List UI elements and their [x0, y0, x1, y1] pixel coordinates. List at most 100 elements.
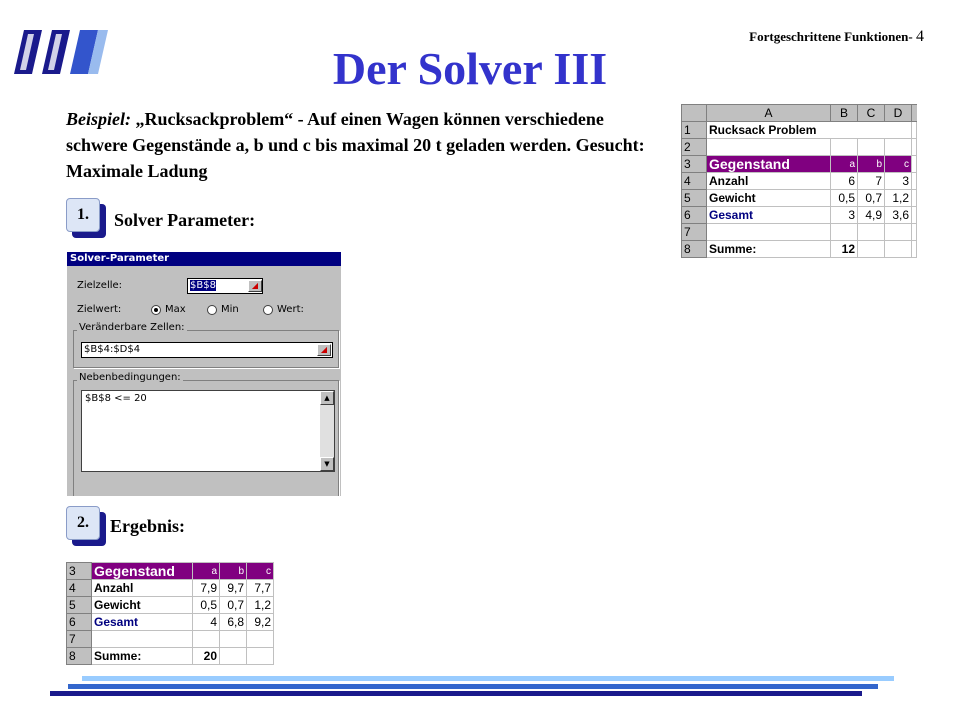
- intro-text: Beispiel: „Rucksackproblem“ - Auf einen …: [66, 106, 656, 184]
- cell: [246, 630, 274, 648]
- cell: 20: [192, 647, 220, 665]
- cell: 9,2: [246, 613, 274, 631]
- row-number: 3: [681, 155, 707, 173]
- table-row: 4 Anzahl 6 7 3: [681, 172, 917, 190]
- cell: [911, 155, 917, 173]
- cell: [911, 189, 917, 207]
- row-number: 4: [681, 172, 707, 190]
- cell: [192, 630, 220, 648]
- cell: [830, 223, 858, 241]
- cell: b: [219, 562, 247, 580]
- cell: 9,7: [219, 579, 247, 597]
- table-row: 7: [66, 630, 274, 648]
- cell: 12: [830, 240, 858, 258]
- changing-cells-picker-icon[interactable]: ◢: [317, 344, 331, 356]
- max-label: Max: [165, 304, 186, 315]
- step-2-label: Ergebnis:: [110, 516, 186, 536]
- row-number: 8: [681, 240, 707, 258]
- table-row: 3 Gegenstand a b c: [681, 155, 917, 173]
- cell: 1,2: [246, 596, 274, 614]
- cell: [857, 138, 885, 156]
- cell: a: [192, 562, 220, 580]
- cell: [706, 138, 831, 156]
- changing-cells-value: $B$4:$D$4: [84, 344, 141, 355]
- table-row: 6 Gesamt 4 6,8 9,2: [66, 613, 274, 631]
- cell: a: [830, 155, 858, 173]
- constraint-item[interactable]: $B$8 <= 20: [85, 393, 147, 404]
- constraints-list[interactable]: $B$8 <= 20 ▲ ▼: [81, 390, 335, 472]
- cell: [830, 138, 858, 156]
- cell: [884, 138, 912, 156]
- constraints-label: Nebenbedingungen:: [77, 372, 183, 383]
- cell: Anzahl: [706, 172, 831, 190]
- target-cell-label: Zielzelle:: [77, 280, 123, 291]
- cell: [706, 223, 831, 241]
- scroll-down-icon[interactable]: ▼: [320, 457, 334, 471]
- cell: [246, 647, 274, 665]
- dialog-title: Solver-Parameter: [67, 252, 341, 266]
- max-radio[interactable]: [151, 305, 161, 315]
- cell: 0,5: [192, 596, 220, 614]
- cell: [91, 630, 193, 648]
- cell: [219, 630, 247, 648]
- cell: [911, 138, 917, 156]
- spreadsheet-initial: A B C D 1 Rucksack Problem 2 3 Gegenstan…: [681, 104, 917, 258]
- min-label: Min: [221, 304, 239, 315]
- corner-cell: [681, 104, 707, 122]
- cell: c: [246, 562, 274, 580]
- table-row: 8 Summe: 12: [681, 240, 917, 258]
- cell: 0,7: [857, 189, 885, 207]
- spreadsheet-result: 3 Gegenstand a b c 4 Anzahl 7,9 9,7 7,7 …: [66, 562, 274, 665]
- cell: 0,7: [219, 596, 247, 614]
- cell: 3,6: [884, 206, 912, 224]
- table-row: 8 Summe: 20: [66, 647, 274, 665]
- row-number: 6: [681, 206, 707, 224]
- value-radio[interactable]: [263, 305, 273, 315]
- cell: [911, 240, 917, 258]
- scroll-up-icon[interactable]: ▲: [320, 391, 334, 405]
- cell: 7,7: [246, 579, 274, 597]
- cell: 4: [192, 613, 220, 631]
- row-number: 3: [66, 562, 92, 580]
- changing-cells-input[interactable]: $B$4:$D$4: [81, 342, 333, 358]
- cell: 3: [884, 172, 912, 190]
- cell: Anzahl: [91, 579, 193, 597]
- row-number: 2: [681, 138, 707, 156]
- cell: Summe:: [706, 240, 831, 258]
- cell: Gegenstand: [91, 562, 193, 580]
- constraints-scrollbar[interactable]: ▲ ▼: [320, 391, 334, 471]
- cell: [884, 223, 912, 241]
- col-header: C: [857, 104, 885, 122]
- footer-bar-light: [82, 676, 894, 681]
- cell: 7: [857, 172, 885, 190]
- table-row: 7: [681, 223, 917, 241]
- value-label: Wert:: [277, 304, 304, 315]
- footer-bar-dark: [50, 691, 862, 696]
- cell: 7,9: [192, 579, 220, 597]
- goal-label: Zielwert:: [77, 304, 122, 315]
- cell: 3: [830, 206, 858, 224]
- cell: 1,2: [884, 189, 912, 207]
- row-number: 1: [681, 121, 707, 139]
- cell: [911, 206, 917, 224]
- cell: Gewicht: [706, 189, 831, 207]
- cell: [219, 647, 247, 665]
- table-row: 4 Anzahl 7,9 9,7 7,7: [66, 579, 274, 597]
- cell: 0,5: [830, 189, 858, 207]
- cell: Gesamt: [91, 613, 193, 631]
- solver-dialog: Solver-Parameter Zielzelle: $B$8 ◢ Zielw…: [65, 250, 341, 496]
- row-number: 5: [66, 596, 92, 614]
- cell: 6,8: [219, 613, 247, 631]
- target-cell-picker-icon[interactable]: ◢: [248, 280, 262, 292]
- step-2-badge: 2.: [66, 506, 106, 546]
- cell: Gesamt: [706, 206, 831, 224]
- intro-body: „Rucksackproblem“ - Auf einen Wagen könn…: [66, 109, 645, 181]
- table-row: 5 Gewicht 0,5 0,7 1,2: [681, 189, 917, 207]
- table-row: 5 Gewicht 0,5 0,7 1,2: [66, 596, 274, 614]
- col-header-rest: [911, 104, 917, 122]
- table-row: 2: [681, 138, 917, 156]
- row-number: 6: [66, 613, 92, 631]
- min-radio[interactable]: [207, 305, 217, 315]
- step-1-badge: 1.: [66, 198, 106, 238]
- row-number: 8: [66, 647, 92, 665]
